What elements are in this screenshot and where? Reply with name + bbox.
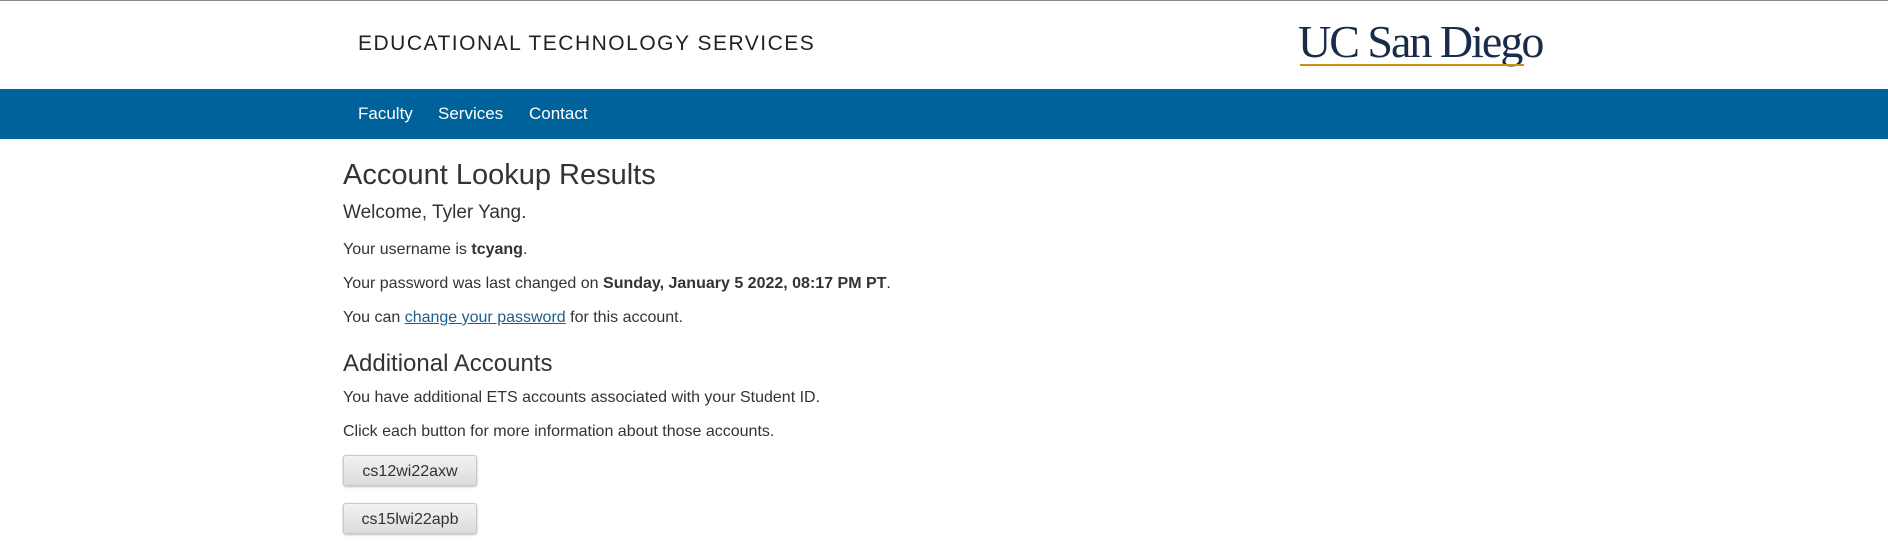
username-prefix: Your username is bbox=[343, 241, 472, 258]
password-suffix: . bbox=[886, 275, 891, 292]
logo-text: UC San Diego bbox=[1298, 16, 1544, 67]
page-title: Account Lookup Results bbox=[343, 159, 656, 191]
ucsd-logo[interactable]: UC San Diego bbox=[1298, 17, 1544, 67]
nav-item-services[interactable]: Services bbox=[438, 89, 503, 139]
logo-underline bbox=[1300, 64, 1524, 66]
account-button-cs12wi22axw[interactable]: cs12wi22axw bbox=[343, 455, 477, 486]
change-password-line: You can change your password for this ac… bbox=[343, 309, 683, 327]
additional-accounts-title: Additional Accounts bbox=[343, 350, 553, 377]
site-header: EDUCATIONAL TECHNOLOGY SERVICES UC San D… bbox=[0, 1, 1888, 89]
site-title: EDUCATIONAL TECHNOLOGY SERVICES bbox=[358, 32, 816, 55]
username-value: tcyang bbox=[471, 241, 523, 258]
additional-accounts-info: You have additional ETS accounts associa… bbox=[343, 389, 821, 406]
change-suffix: for this account. bbox=[565, 309, 684, 326]
account-button-cs15lwi22apb[interactable]: cs15lwi22apb bbox=[343, 503, 477, 534]
username-line: Your username is tcyang. bbox=[343, 241, 527, 259]
username-suffix: . bbox=[522, 241, 528, 258]
change-password-link[interactable]: change your password bbox=[405, 309, 566, 326]
change-prefix: You can bbox=[343, 309, 405, 326]
nav-item-faculty[interactable]: Faculty bbox=[358, 89, 413, 139]
additional-accounts-instructions: Click each button for more information a… bbox=[343, 423, 775, 440]
nav-item-contact[interactable]: Contact bbox=[529, 89, 588, 139]
password-changed-date: Sunday, January 5 2022, 08:17 PM PT bbox=[603, 275, 887, 292]
main-navbar: Faculty Services Contact bbox=[0, 89, 1888, 139]
password-prefix: Your password was last changed on bbox=[343, 275, 604, 292]
password-changed-line: Your password was last changed on Sunday… bbox=[343, 275, 891, 293]
welcome-message: Welcome, Tyler Yang. bbox=[343, 202, 527, 223]
